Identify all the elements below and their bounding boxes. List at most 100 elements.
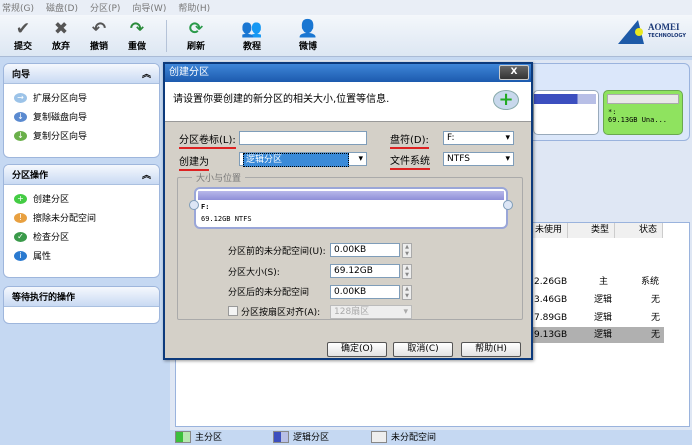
item-label: 擦除未分配空间 — [33, 214, 97, 224]
tutorial-button[interactable]: 👥 教程 — [233, 16, 271, 56]
refresh-label: 刷新 — [186, 42, 205, 52]
undo-icon: ↶ — [91, 19, 107, 39]
collapse-icon[interactable]: ︽ — [142, 67, 151, 80]
size-input[interactable]: 69.12GB — [330, 264, 400, 278]
dialog-title: 创建分区 — [169, 67, 209, 78]
menu-partition[interactable]: 分区(P) — [90, 1, 120, 14]
logo-name: AOMEI — [648, 22, 680, 32]
menu-disk[interactable]: 磁盘(D) — [46, 1, 78, 14]
before-input[interactable]: 0.00KB — [330, 243, 400, 257]
undo-button[interactable]: ↶ 撤销 — [80, 16, 118, 56]
redo-icon: ↷ — [129, 19, 145, 39]
item-label: 创建分区 — [33, 195, 70, 205]
create-partition-dialog: 创建分区 X 请设置你要创建的新分区的相关大小,位置等信息. + 分区卷标(L):… — [163, 62, 533, 360]
ops-title: 分区操作 — [12, 171, 49, 181]
slider-right-handle[interactable] — [503, 200, 513, 210]
tutorial-label: 教程 — [242, 42, 261, 52]
user-group-icon: 👤 — [297, 19, 319, 39]
wizard-header[interactable]: 向导 ︽ — [4, 64, 159, 84]
slider-info: 69.12GB NTFS — [201, 215, 252, 223]
slider-left-handle[interactable] — [189, 200, 199, 210]
add-disk-icon: + — [493, 90, 519, 110]
check-icon: ✔ — [15, 19, 31, 39]
ops-header[interactable]: 分区操作 ︽ — [4, 165, 159, 185]
col-type[interactable]: 类型 — [568, 223, 615, 238]
logical-swatch-icon — [273, 430, 289, 443]
eraser-icon: ! — [14, 212, 27, 223]
unalloc-info: 69.13GB Una... — [608, 116, 668, 124]
help-button[interactable]: 帮助(H) — [461, 342, 521, 357]
size-spinner[interactable]: ▲ ▼ — [402, 264, 412, 279]
create-as-select[interactable]: 逻辑分区 — [239, 152, 367, 167]
plus-icon: + — [14, 193, 27, 204]
cell-type: 逻辑 — [594, 330, 613, 340]
item-label: 扩展分区向导 — [33, 94, 88, 104]
partition-ops-panel: 分区操作 ︽ + 创建分区 ! 擦除未分配空间 ✓ 检查分区 i 属性 — [3, 164, 160, 278]
volume-label-input[interactable] — [239, 131, 367, 145]
cell-unused: 2.26GB — [534, 277, 568, 287]
discard-button[interactable]: ✖ 放弃 — [42, 16, 80, 56]
legend-label: 未分配空间 — [391, 433, 437, 443]
cancel-button[interactable]: 取消(C) — [393, 342, 453, 357]
weibo-button[interactable]: 👤 微博 — [289, 16, 327, 56]
toolbar-separator — [166, 19, 167, 52]
apply-label: 提交 — [13, 42, 32, 52]
unallocated-block[interactable]: *: 69.13GB Una... — [603, 90, 683, 135]
redo-button[interactable]: ↷ 重做 — [118, 16, 156, 56]
legend: 主分区 逻辑分区 未分配空间 — [175, 428, 692, 445]
after-spinner[interactable]: ▲ ▼ — [402, 285, 412, 300]
sidebar-item-copy-disk[interactable]: ↓ 复制磁盘向导 — [4, 107, 159, 126]
legend-primary: 主分区 — [175, 430, 273, 443]
cell-status: 系统 — [641, 277, 660, 287]
usage-bar — [607, 94, 679, 104]
ok-button[interactable]: 确定(O) — [327, 342, 387, 357]
pending-ops-panel: 等待执行的操作 — [3, 286, 160, 324]
align-label: 分区按扇区对齐(A): — [241, 308, 321, 318]
people-icon: 👥 — [241, 19, 263, 39]
usage-bar — [534, 94, 596, 104]
filesystem-select[interactable]: NTFS — [443, 152, 514, 166]
sidebar-item-copy-partition[interactable]: ↓ 复制分区向导 — [4, 126, 159, 145]
col-unused[interactable]: 未使用 — [531, 223, 568, 238]
cell-type: 主 — [599, 277, 609, 287]
refresh-button[interactable]: ⟳ 刷新 — [177, 16, 215, 56]
legend-label: 主分区 — [195, 433, 223, 443]
undo-label: 撤销 — [89, 42, 108, 52]
legend-label: 逻辑分区 — [293, 433, 330, 443]
sidebar-item-wipe-unallocated[interactable]: ! 擦除未分配空间 — [4, 208, 159, 227]
item-label: 复制磁盘向导 — [33, 113, 88, 123]
sidebar-item-properties[interactable]: i 属性 — [4, 246, 159, 265]
create-as-label: 创建为 — [179, 153, 209, 171]
drive-letter-select[interactable]: F: — [443, 131, 514, 145]
discard-label: 放弃 — [51, 42, 70, 52]
sidebar-item-extend-wizard[interactable]: → 扩展分区向导 — [4, 88, 159, 107]
dialog-titlebar[interactable]: 创建分区 — [165, 64, 531, 82]
align-checkbox[interactable] — [228, 306, 238, 316]
menu-help[interactable]: 帮助(H) — [178, 1, 210, 14]
cell-status: 无 — [651, 313, 661, 323]
aomei-logo: AOMEI TECHNOLOGY — [618, 20, 686, 44]
apply-button[interactable]: ✔ 提交 — [4, 16, 42, 56]
partition-block[interactable] — [533, 90, 599, 135]
size-position-group: 大小与位置 F: 69.12GB NTFS 分区前的未分配空间(U): 0.00… — [177, 171, 523, 320]
menu-wizard[interactable]: 向导(W) — [132, 1, 166, 14]
before-spinner[interactable]: ▲ ▼ — [402, 243, 412, 258]
menu-general[interactable]: 常规(G) — [2, 1, 34, 14]
volume-label-label: 分区卷标(L): — [179, 131, 236, 149]
disk-arrow-icon: → — [14, 92, 27, 103]
sidebar-item-create-partition[interactable]: + 创建分区 — [4, 189, 159, 208]
item-label: 检查分区 — [33, 233, 70, 243]
sidebar-item-check-partition[interactable]: ✓ 检查分区 — [4, 227, 159, 246]
cell-type: 逻辑 — [594, 313, 613, 323]
pending-header[interactable]: 等待执行的操作 — [4, 287, 159, 307]
collapse-icon[interactable]: ︽ — [142, 168, 151, 181]
partition-size-slider[interactable]: F: 69.12GB NTFS — [194, 187, 508, 229]
drive-letter-label: 盘符(D): — [390, 131, 429, 149]
dialog-description: 请设置你要创建的新分区的相关大小,位置等信息. — [173, 94, 390, 105]
info-icon: i — [14, 250, 27, 261]
after-input[interactable]: 0.00KB — [330, 285, 400, 299]
wizard-title: 向导 — [12, 70, 31, 80]
close-button[interactable]: X — [499, 65, 529, 80]
col-status[interactable]: 状态 — [615, 223, 663, 238]
wizard-panel: 向导 ︽ → 扩展分区向导 ↓ 复制磁盘向导 ↓ 复制分区向导 — [3, 63, 160, 158]
